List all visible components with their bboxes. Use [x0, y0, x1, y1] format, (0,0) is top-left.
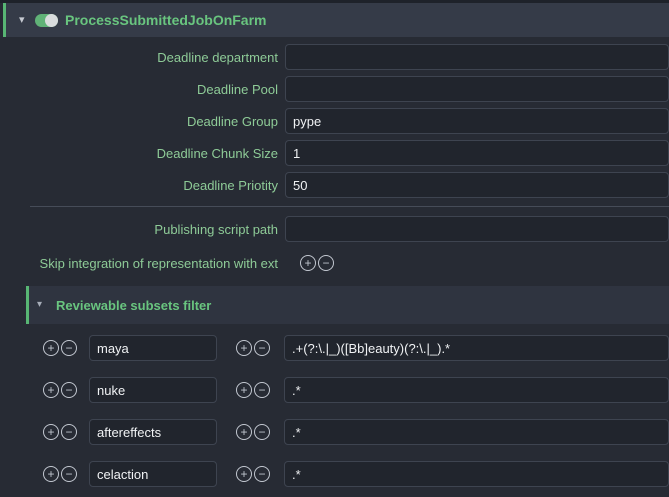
value-buttons: + − — [236, 382, 272, 398]
remove-item-button[interactable]: − — [254, 424, 270, 440]
minus-icon: − — [258, 425, 265, 439]
deadline-department-input[interactable] — [285, 44, 669, 70]
filter-row-aftereffects: + − + − — [0, 419, 669, 445]
field-label: Deadline Group — [0, 114, 278, 129]
add-item-button[interactable]: + — [300, 255, 316, 271]
filter-row-celaction: + − + − — [0, 461, 669, 487]
plus-icon: + — [240, 425, 247, 439]
list-buttons: + − — [300, 255, 336, 271]
plus-icon: + — [240, 341, 247, 355]
deadline-chunk-size-input[interactable] — [285, 140, 669, 166]
filter-regex-input[interactable] — [284, 335, 669, 361]
filter-regex-input[interactable] — [284, 419, 669, 445]
add-item-button[interactable]: + — [236, 340, 252, 356]
filter-key-input[interactable] — [89, 335, 217, 361]
add-item-button[interactable]: + — [236, 424, 252, 440]
skip-integration-row: Skip integration of representation with … — [0, 250, 669, 276]
collapse-caret-icon[interactable]: ▾ — [37, 300, 56, 310]
field-row-deadline-chunk-size: Deadline Chunk Size — [0, 140, 669, 166]
remove-item-button[interactable]: − — [254, 382, 270, 398]
field-row-deadline-pool: Deadline Pool — [0, 76, 669, 102]
add-item-button[interactable]: + — [43, 466, 59, 482]
plus-icon: + — [47, 383, 54, 397]
filter-key-input[interactable] — [89, 377, 217, 403]
plus-icon: + — [304, 256, 311, 270]
section-title: Reviewable subsets filter — [56, 298, 211, 313]
key-buttons: + − — [43, 466, 79, 482]
enabled-toggle[interactable] — [35, 14, 58, 27]
plus-icon: + — [47, 341, 54, 355]
add-item-button[interactable]: + — [43, 424, 59, 440]
plugin-group-header[interactable]: ▾ ProcessSubmittedJobOnFarm — [3, 3, 669, 37]
field-label: Publishing script path — [0, 222, 278, 237]
plus-icon: + — [240, 383, 247, 397]
filter-key-input[interactable] — [89, 419, 217, 445]
separator — [30, 206, 669, 207]
deadline-group-input[interactable] — [285, 108, 669, 134]
filter-row-maya: + − + − — [0, 335, 669, 361]
minus-icon: − — [65, 341, 72, 355]
remove-item-button[interactable]: − — [61, 340, 77, 356]
toggle-knob — [45, 14, 58, 27]
field-row-deadline-priority: Deadline Priotity — [0, 172, 669, 198]
plus-icon: + — [47, 467, 54, 481]
settings-form: Deadline department Deadline Pool Deadli… — [0, 44, 669, 487]
minus-icon: − — [258, 467, 265, 481]
remove-item-button[interactable]: − — [61, 424, 77, 440]
remove-item-button[interactable]: − — [254, 466, 270, 482]
value-buttons: + − — [236, 466, 272, 482]
minus-icon: − — [258, 341, 265, 355]
filter-regex-input[interactable] — [284, 461, 669, 487]
value-buttons: + − — [236, 340, 272, 356]
field-label: Deadline Chunk Size — [0, 146, 278, 161]
remove-item-button[interactable]: − — [254, 340, 270, 356]
filter-rows: + − + − + − + − + − — [0, 335, 669, 487]
minus-icon: − — [65, 467, 72, 481]
key-buttons: + − — [43, 424, 79, 440]
filter-row-nuke: + − + − — [0, 377, 669, 403]
value-buttons: + − — [236, 424, 272, 440]
field-row-deadline-group: Deadline Group — [0, 108, 669, 134]
field-row-publishing-script-path: Publishing script path — [0, 216, 669, 242]
field-label: Deadline department — [0, 50, 278, 65]
key-buttons: + − — [43, 382, 79, 398]
filter-key-input[interactable] — [89, 461, 217, 487]
plugin-title: ProcessSubmittedJobOnFarm — [65, 12, 267, 28]
minus-icon: − — [65, 383, 72, 397]
plus-icon: + — [47, 425, 54, 439]
add-item-button[interactable]: + — [236, 466, 252, 482]
remove-item-button[interactable]: − — [61, 382, 77, 398]
filter-regex-input[interactable] — [284, 377, 669, 403]
deadline-priority-input[interactable] — [285, 172, 669, 198]
deadline-pool-input[interactable] — [285, 76, 669, 102]
minus-icon: − — [65, 425, 72, 439]
key-buttons: + − — [43, 340, 79, 356]
add-item-button[interactable]: + — [43, 382, 59, 398]
reviewable-subsets-filter-header[interactable]: ▾ Reviewable subsets filter — [26, 286, 669, 324]
add-item-button[interactable]: + — [43, 340, 59, 356]
minus-icon: − — [258, 383, 265, 397]
collapse-caret-icon[interactable]: ▾ — [19, 15, 33, 26]
publishing-script-path-input[interactable] — [285, 216, 669, 242]
field-label: Deadline Priotity — [0, 178, 278, 193]
remove-item-button[interactable]: − — [318, 255, 334, 271]
add-item-button[interactable]: + — [236, 382, 252, 398]
field-row-deadline-department: Deadline department — [0, 44, 669, 70]
plus-icon: + — [240, 467, 247, 481]
minus-icon: − — [322, 256, 329, 270]
remove-item-button[interactable]: − — [61, 466, 77, 482]
field-label: Deadline Pool — [0, 82, 278, 97]
field-label: Skip integration of representation with … — [0, 256, 278, 271]
